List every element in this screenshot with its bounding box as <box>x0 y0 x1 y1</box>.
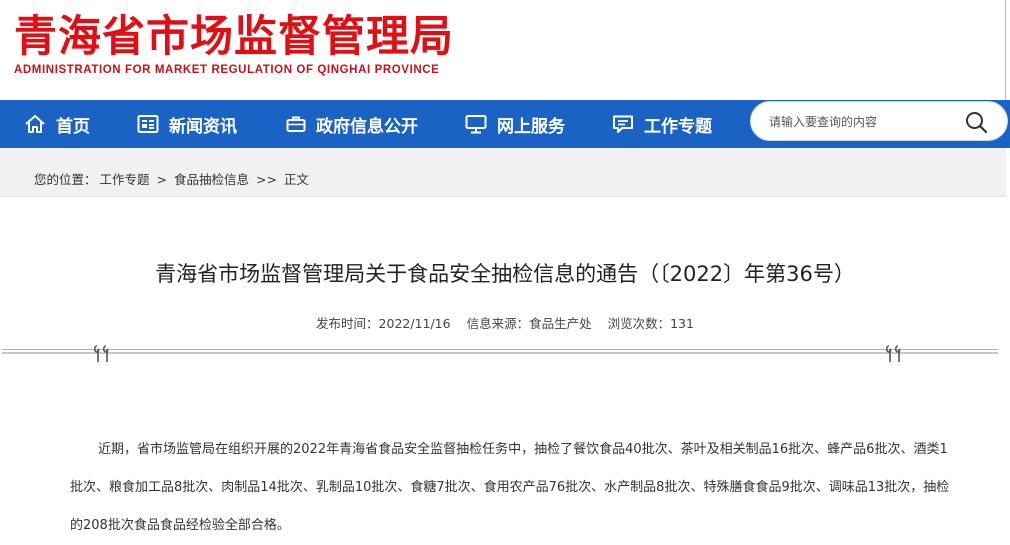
nav-label-news: 新闻资讯 <box>169 116 237 137</box>
breadcrumb-prefix: 您的位置： <box>34 172 97 187</box>
article-paragraph: 近期，省市场监管局在组织开展的2022年青海省食品安全监督抽检任务中，抽检了餐饮… <box>70 442 950 533</box>
breadcrumb-item-work-topics[interactable]: 工作专题 <box>100 172 150 187</box>
home-icon <box>25 115 45 133</box>
source-label: 信息来源： <box>466 316 530 331</box>
nav-item-home[interactable]: 首页 <box>24 100 90 148</box>
nav-item-online-service[interactable]: 网上服务 <box>465 100 565 148</box>
breadcrumb-item-food-sampling[interactable]: 食品抽检信息 <box>174 172 249 187</box>
briefcase-icon <box>286 116 306 132</box>
site-title-cn[interactable]: 青海省市场监督管理局 <box>14 2 454 64</box>
search-icon[interactable] <box>964 110 988 134</box>
nav-label-online-service: 网上服务 <box>497 116 565 137</box>
header-edge-line <box>1005 0 1006 100</box>
news-icon <box>137 115 159 133</box>
breadcrumb-bar: 您的位置： 工作专题 > 食品抽检信息 >> 正文 <box>0 148 1006 197</box>
breadcrumb-item-current: 正文 <box>283 172 309 187</box>
views-count: 131 <box>670 316 694 331</box>
source-info: 信息来源：食品生产处 <box>467 316 592 331</box>
nav-item-work-topics[interactable]: 工作专题 <box>612 100 712 148</box>
breadcrumb-separator: >> <box>255 172 277 187</box>
article-meta: 发布时间：2022/11/16 信息来源：食品生产处 浏览次数：131 <box>0 313 1010 332</box>
breadcrumb: 您的位置： 工作专题 > 食品抽检信息 >> 正文 <box>34 169 312 188</box>
title-divider <box>2 349 998 356</box>
views-label: 浏览次数： <box>607 316 671 331</box>
site-title-en: ADMINISTRATION FOR MARKET REGULATION OF … <box>14 64 440 76</box>
article-title: 青海省市场监督管理局关于食品安全抽检信息的通告（〔2022〕年第36号） <box>155 262 855 286</box>
article-body: 近期，省市场监管局在组织开展的2022年青海省食品安全监督抽检任务中，抽检了餐饮… <box>70 431 950 545</box>
nav-item-gov-info[interactable]: 政府信息公开 <box>286 100 418 148</box>
nav-item-news[interactable]: 新闻资讯 <box>137 100 237 148</box>
pin-icon <box>93 345 109 362</box>
publish-info: 发布时间：2022/11/16 <box>316 316 451 331</box>
chat-icon <box>613 115 633 133</box>
nav-label-gov-info: 政府信息公开 <box>316 116 418 137</box>
monitor-icon <box>465 115 487 134</box>
search-box <box>750 101 1008 141</box>
nav-label-home: 首页 <box>56 116 90 137</box>
source-value: 食品生产处 <box>529 316 592 331</box>
site-header: 青海省市场监督管理局 ADMINISTRATION FOR MARKET REG… <box>0 0 1010 100</box>
views-info: 浏览次数：131 <box>608 316 694 331</box>
publish-date: 2022/11/16 <box>378 316 451 331</box>
nav-label-work-topics: 工作专题 <box>644 116 712 137</box>
publish-label: 发布时间： <box>316 316 379 331</box>
search-input[interactable] <box>767 111 961 133</box>
breadcrumb-separator: > <box>156 172 167 187</box>
pin-icon <box>885 345 901 362</box>
